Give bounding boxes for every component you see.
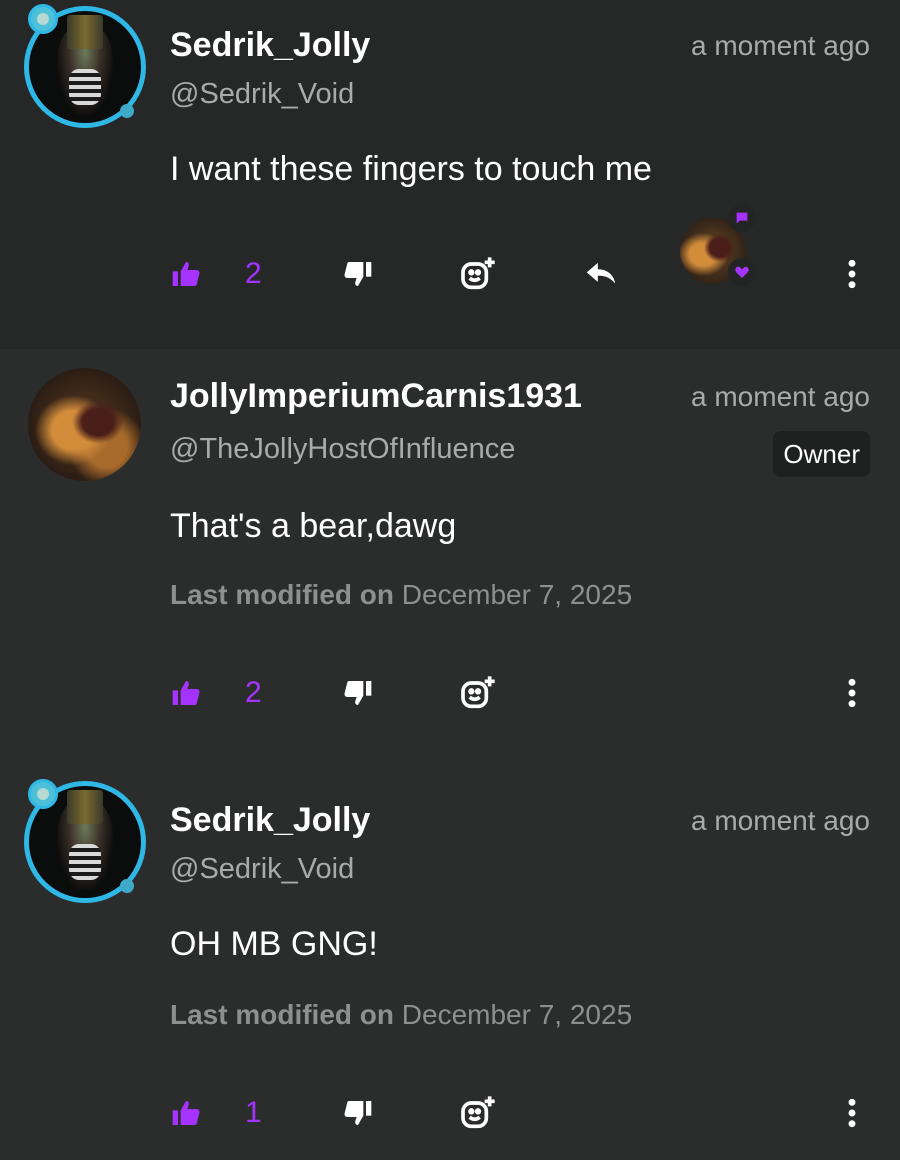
thumbs-down-icon: [344, 262, 372, 286]
add-reaction-button[interactable]: [458, 244, 498, 304]
thumbs-down-icon: [344, 1101, 372, 1125]
avatar-hat: [67, 790, 103, 824]
reply-icon: [586, 262, 616, 284]
more-options-button[interactable]: [842, 244, 862, 304]
avatar-decoration-icon: [28, 779, 58, 809]
dislike-button[interactable]: [342, 663, 374, 723]
dislike-button[interactable]: [342, 244, 374, 304]
like-count: 1: [245, 1096, 262, 1129]
more-vertical-icon: [848, 259, 856, 289]
user-handle[interactable]: @Sedrik_Void: [170, 78, 354, 111]
like-button[interactable]: [170, 663, 202, 723]
last-modified-label: Last modified on: [170, 999, 394, 1030]
avatar-decoration-dot: [120, 879, 134, 893]
user-handle[interactable]: @Sedrik_Void: [170, 853, 354, 886]
thumbs-up-icon: [172, 1101, 200, 1125]
avatar-hat: [67, 15, 103, 49]
comment-text: That's a bear,dawg: [170, 507, 457, 545]
avatar[interactable]: [28, 368, 141, 481]
username[interactable]: Sedrik_Jolly: [170, 801, 370, 840]
thumbs-up-icon: [172, 681, 200, 705]
like-button[interactable]: [170, 244, 202, 304]
reactor-comment-icon: [728, 204, 756, 232]
reply-button[interactable]: [582, 244, 620, 304]
more-vertical-icon: [848, 678, 856, 708]
add-reaction-button[interactable]: [458, 1083, 498, 1143]
timestamp: a moment ago: [691, 805, 870, 836]
like-button[interactable]: [170, 1083, 202, 1143]
like-count: 2: [245, 676, 262, 709]
comment-text: OH MB GNG!: [170, 925, 378, 963]
add-emoji-icon: [461, 1096, 495, 1129]
username[interactable]: JollyImperiumCarnis1931: [170, 377, 582, 416]
avatar-stripes: [69, 844, 101, 880]
dislike-button[interactable]: [342, 1083, 374, 1143]
more-vertical-icon: [848, 1098, 856, 1128]
comment: Sedrik_Jolly a moment ago @Sedrik_Void I…: [0, 0, 900, 349]
last-modified-date: December 7, 2025: [401, 579, 633, 610]
last-modified: Last modified on December 7, 2025: [170, 579, 632, 611]
avatar-decoration-dot: [120, 104, 134, 118]
last-modified-date: December 7, 2025: [401, 999, 633, 1030]
comment-actions: 2: [0, 663, 900, 723]
user-handle[interactable]: @TheJollyHostOfInfluence: [170, 433, 515, 466]
comment-actions: 1: [0, 1083, 900, 1143]
thumbs-up-icon: [172, 262, 200, 286]
add-emoji-icon: [461, 257, 495, 290]
comment-actions: 2: [0, 204, 900, 304]
last-modified: Last modified on December 7, 2025: [170, 999, 632, 1031]
comment-text: I want these fingers to touch me: [170, 150, 652, 188]
add-reaction-button[interactable]: [458, 663, 498, 723]
like-count: 2: [245, 257, 262, 290]
avatar-stripes: [69, 69, 101, 105]
timestamp: a moment ago: [691, 30, 870, 61]
thumbs-down-icon: [344, 681, 372, 705]
owner-badge: Owner: [773, 431, 870, 477]
timestamp: a moment ago: [691, 381, 870, 412]
add-emoji-icon: [461, 676, 495, 709]
comment: JollyImperiumCarnis1931 a moment ago @Th…: [0, 349, 900, 759]
comment: Sedrik_Jolly a moment ago @Sedrik_Void O…: [0, 759, 900, 1160]
username[interactable]: Sedrik_Jolly: [170, 26, 370, 65]
avatar-decoration-icon: [28, 4, 58, 34]
last-modified-label: Last modified on: [170, 579, 394, 610]
reactors[interactable]: [680, 204, 760, 290]
more-options-button[interactable]: [842, 663, 862, 723]
more-options-button[interactable]: [842, 1083, 862, 1143]
reactor-heart-icon: [728, 258, 756, 286]
